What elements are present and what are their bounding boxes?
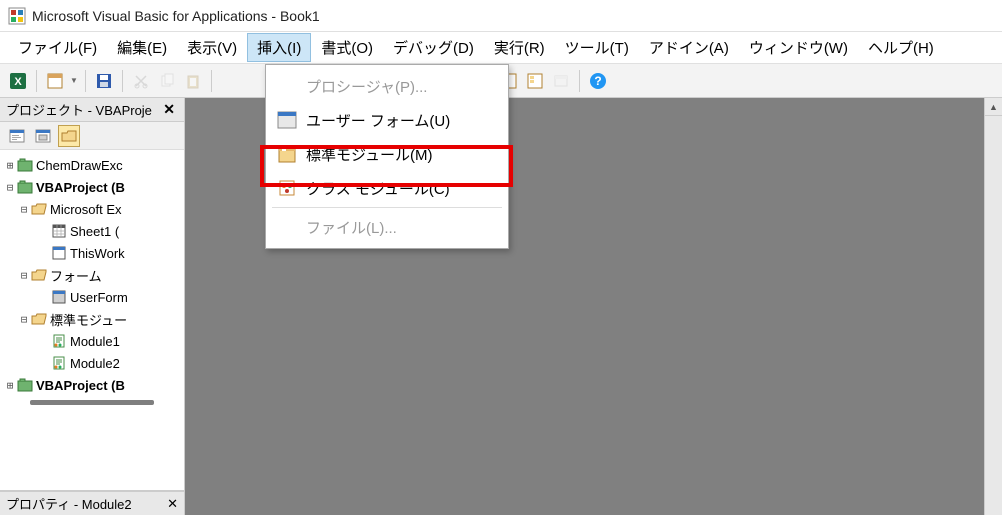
- separator: [85, 70, 86, 92]
- folder-open-icon: [30, 202, 48, 216]
- properties-panel-header: プロパティ - Module2 ✕: [0, 491, 184, 515]
- collapse-icon[interactable]: ⊟: [18, 313, 30, 326]
- app-icon: [8, 7, 26, 25]
- paste-button[interactable]: [181, 69, 205, 93]
- cut-button[interactable]: [129, 69, 153, 93]
- tree-node-modules[interactable]: ⊟ 標準モジュー: [0, 308, 184, 330]
- menu-item-userform[interactable]: ユーザー フォーム(U): [266, 103, 508, 137]
- menu-addins[interactable]: アドイン(A): [639, 33, 739, 62]
- project-panel-title: プロジェクト - VBAProje: [6, 100, 160, 119]
- menu-item-procedure: プロシージャ(P)...: [266, 69, 508, 103]
- object-browser-button[interactable]: [549, 69, 573, 93]
- separator: [122, 70, 123, 92]
- view-excel-button[interactable]: X: [6, 69, 30, 93]
- menu-insert[interactable]: 挿入(I): [247, 33, 311, 62]
- project-icon: [16, 158, 34, 172]
- menu-bar: ファイル(F) 編集(E) 表示(V) 挿入(I) 書式(O) デバッグ(D) …: [0, 32, 1002, 64]
- menu-file[interactable]: ファイル(F): [8, 33, 107, 62]
- menu-separator: [272, 207, 502, 208]
- insert-dropdown: プロシージャ(P)... ユーザー フォーム(U) 標準モジュール(M) クラス…: [265, 64, 509, 249]
- tree-node-module1[interactable]: Module1: [0, 330, 184, 352]
- tree-node-sheet1[interactable]: Sheet1 (: [0, 220, 184, 242]
- tree-node-vbaproject-1[interactable]: ⊟ VBAProject (B: [0, 176, 184, 198]
- close-icon[interactable]: ✕: [167, 496, 178, 512]
- tree-node-module2[interactable]: Module2: [0, 352, 184, 374]
- help-button[interactable]: ?: [586, 69, 610, 93]
- folder-open-icon: [30, 268, 48, 282]
- tree-node-vbaproject-2[interactable]: ⊞ VBAProject (B: [0, 374, 184, 396]
- vertical-scrollbar[interactable]: ▲: [984, 98, 1002, 515]
- tree-node-forms[interactable]: ⊟ フォーム: [0, 264, 184, 286]
- separator: [211, 70, 212, 92]
- project-panel-toolbar: [0, 122, 184, 150]
- view-object-button[interactable]: [32, 125, 54, 147]
- project-tree[interactable]: ⊞ ChemDrawExc ⊟ VBAProject (B ⊟ Microsof…: [0, 150, 184, 491]
- insert-button[interactable]: [43, 69, 67, 93]
- procedure-icon: [274, 75, 300, 97]
- menu-edit[interactable]: 編集(E): [107, 33, 177, 62]
- tree-node-msexcel[interactable]: ⊟ Microsoft Ex: [0, 198, 184, 220]
- class-module-icon: [274, 177, 300, 199]
- svg-text:?: ?: [594, 74, 601, 88]
- separator: [579, 70, 580, 92]
- menu-view[interactable]: 表示(V): [177, 33, 247, 62]
- toggle-folders-button[interactable]: [58, 125, 80, 147]
- svg-text:X: X: [14, 76, 22, 88]
- menu-run[interactable]: 実行(R): [484, 33, 555, 62]
- module-icon: [274, 143, 300, 165]
- menu-tools[interactable]: ツール(T): [555, 33, 639, 62]
- save-button[interactable]: [92, 69, 116, 93]
- menu-debug[interactable]: デバッグ(D): [383, 33, 484, 62]
- menu-format[interactable]: 書式(O): [311, 33, 383, 62]
- menu-window[interactable]: ウィンドウ(W): [739, 33, 858, 62]
- workbook-icon: [50, 246, 68, 260]
- expand-icon[interactable]: ⊞: [4, 159, 16, 172]
- close-icon[interactable]: ✕: [160, 101, 178, 118]
- tree-node-chemdraw[interactable]: ⊞ ChemDrawExc: [0, 154, 184, 176]
- worksheet-icon: [50, 224, 68, 238]
- tree-node-userform[interactable]: UserForm: [0, 286, 184, 308]
- expand-icon[interactable]: ⊞: [4, 379, 16, 392]
- title-bar: Microsoft Visual Basic for Applications …: [0, 0, 1002, 32]
- collapse-icon[interactable]: ⊟: [18, 269, 30, 282]
- userform-icon: [274, 109, 300, 131]
- module-icon: [50, 356, 68, 370]
- project-panel-header: プロジェクト - VBAProje ✕: [0, 98, 184, 122]
- tree-node-thiswork[interactable]: ThisWork: [0, 242, 184, 264]
- view-code-button[interactable]: [6, 125, 28, 147]
- project-icon: [16, 378, 34, 392]
- tree-scroll-thumb[interactable]: [30, 400, 154, 405]
- menu-item-file: ファイル(L)...: [266, 210, 508, 244]
- copy-button[interactable]: [155, 69, 179, 93]
- project-icon: [16, 180, 34, 194]
- menu-item-module[interactable]: 標準モジュール(M): [266, 137, 508, 171]
- module-icon: [50, 334, 68, 348]
- separator: [36, 70, 37, 92]
- menu-help[interactable]: ヘルプ(H): [858, 33, 944, 62]
- file-icon: [274, 216, 300, 238]
- collapse-icon[interactable]: ⊟: [4, 181, 16, 194]
- folder-open-icon: [30, 312, 48, 326]
- scroll-up-icon[interactable]: ▲: [985, 98, 1002, 116]
- project-explorer-panel: プロジェクト - VBAProje ✕ ⊞ ChemDrawExc: [0, 98, 185, 515]
- collapse-icon[interactable]: ⊟: [18, 203, 30, 216]
- properties-window-button[interactable]: [523, 69, 547, 93]
- insert-dropdown-icon[interactable]: ▼: [69, 76, 79, 85]
- menu-item-classmodule[interactable]: クラス モジュール(C): [266, 171, 508, 205]
- properties-panel-title: プロパティ - Module2: [6, 494, 167, 513]
- userform-icon: [50, 290, 68, 304]
- window-title: Microsoft Visual Basic for Applications …: [32, 8, 320, 24]
